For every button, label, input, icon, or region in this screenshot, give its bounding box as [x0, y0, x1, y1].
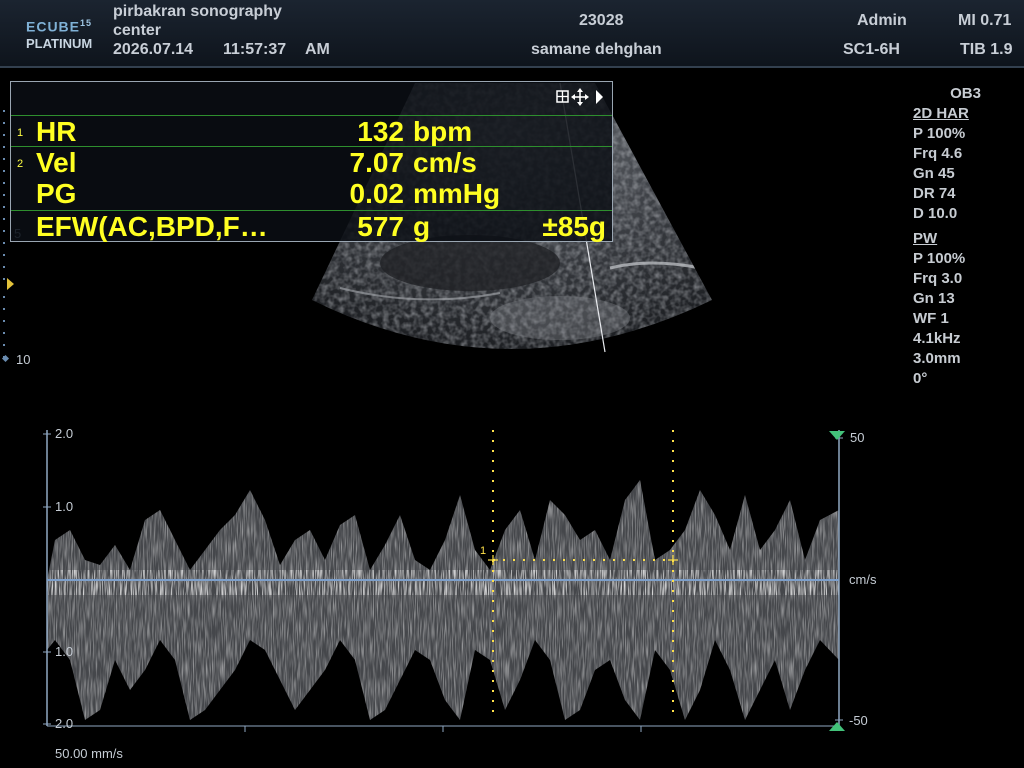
depth-end-marker-icon	[1, 354, 10, 363]
measurement-value: 577	[357, 211, 404, 242]
measurement-toolbar	[556, 88, 606, 111]
preset-label[interactable]: OB3	[913, 84, 1018, 104]
velocity-unit-label: cm/s	[849, 572, 877, 587]
operator-name: Admin	[857, 12, 907, 29]
measurement-value: 0.02	[349, 178, 405, 209]
ampm-label: AM	[305, 41, 330, 58]
param-pw-angle: 0°	[913, 370, 928, 387]
grid-icon[interactable]	[556, 90, 569, 103]
caliper-label: 1	[480, 545, 487, 557]
mode-2d-label: 2D HAR	[913, 105, 969, 122]
scale-top-marker-icon[interactable]	[829, 431, 845, 440]
measurement-results-panel[interactable]: 1 HR 132 bpm 2 Vel 7.07 cm/s PG 0.02 mmH…	[10, 81, 613, 242]
param-pw-power: P 100%	[913, 250, 966, 267]
measurement-value: 7.07	[349, 147, 405, 178]
measurement-unit: mmHg	[413, 178, 501, 209]
param-pw-prf: 4.1kHz	[913, 330, 961, 347]
measurement-name: EFW(AC,BPD,F…	[36, 211, 268, 242]
patient-id: 23028	[579, 12, 624, 29]
param-pw-gain: Gn 13	[913, 290, 955, 307]
measurement-unit: cm/s	[413, 147, 477, 178]
logo-bottom-text: PLATINUM	[26, 36, 93, 51]
doppler-spectrum[interactable]	[0, 420, 900, 740]
measurement-extra: ±85g	[542, 211, 606, 242]
param-2d-depth: D 10.0	[913, 205, 958, 222]
measurement-name: Vel	[36, 147, 77, 178]
measurement-row-hr[interactable]: 1 HR 132 bpm	[11, 115, 612, 147]
probe-name: SC1-6H	[843, 41, 900, 58]
sweep-speed-label: 50.00 mm/s	[55, 746, 123, 761]
clinic-name-line1: pirbakran sonography	[113, 3, 282, 20]
scale-left-top: 2.0	[55, 426, 74, 441]
patient-name: samane dehghan	[531, 41, 662, 58]
scale-left-bottom: 2.0	[55, 716, 74, 731]
date-label: 2026.07.14	[113, 41, 194, 58]
focus-marker-icon[interactable]	[7, 278, 14, 290]
measurement-value: 132	[357, 116, 404, 147]
param-2d-gain: Gn 45	[913, 165, 955, 182]
logo-version: 15	[80, 18, 93, 28]
measurement-index: 2	[17, 158, 24, 170]
tib-index: TIB 1.9	[960, 41, 1013, 58]
imaging-parameters: OB3 2D HAR P 100% Frq 4.6 Gn 45 DR 74 D …	[913, 84, 1018, 389]
header-bar: ECUBE15 PLATINUM pirbakran sonography ce…	[0, 0, 1024, 68]
mode-pw-label: PW	[913, 230, 938, 247]
move-icon[interactable]	[571, 88, 589, 106]
measurement-row-vel[interactable]: 2 Vel 7.07 cm/s	[11, 146, 612, 178]
mi-index: MI 0.71	[958, 12, 1012, 29]
measurement-row-pg[interactable]: PG 0.02 mmHg	[11, 178, 612, 210]
measurement-name: PG	[36, 178, 77, 209]
measurement-unit: g	[413, 211, 431, 242]
scale-left-upper: 1.0	[55, 499, 74, 514]
param-2d-frequency: Frq 4.6	[913, 145, 963, 162]
scale-right-bottom: -50	[849, 713, 868, 728]
measurement-unit: bpm	[413, 116, 473, 147]
brand-logo: ECUBE15	[26, 18, 92, 35]
measurement-index: 1	[17, 127, 24, 139]
clinic-name-line2: center	[113, 22, 162, 39]
logo-top-text: ECUBE	[26, 18, 81, 35]
param-2d-dynamic-range: DR 74	[913, 185, 956, 202]
depth-label-10: 10	[16, 352, 31, 367]
play-icon[interactable]	[596, 90, 603, 104]
time-label: 11:57:37	[223, 41, 287, 58]
spectral-waveform	[47, 480, 839, 720]
scale-right-top: 50	[850, 430, 865, 445]
measurement-name: HR	[36, 116, 77, 147]
measurement-row-efw[interactable]: EFW(AC,BPD,F… 577 g ±85g	[11, 210, 612, 242]
param-pw-sample-volume: 3.0mm	[913, 350, 961, 367]
param-pw-frequency: Frq 3.0	[913, 270, 963, 287]
param-2d-power: P 100%	[913, 125, 966, 142]
scale-left-lower: 1.0	[55, 644, 74, 659]
param-pw-wall-filter: WF 1	[913, 310, 949, 327]
